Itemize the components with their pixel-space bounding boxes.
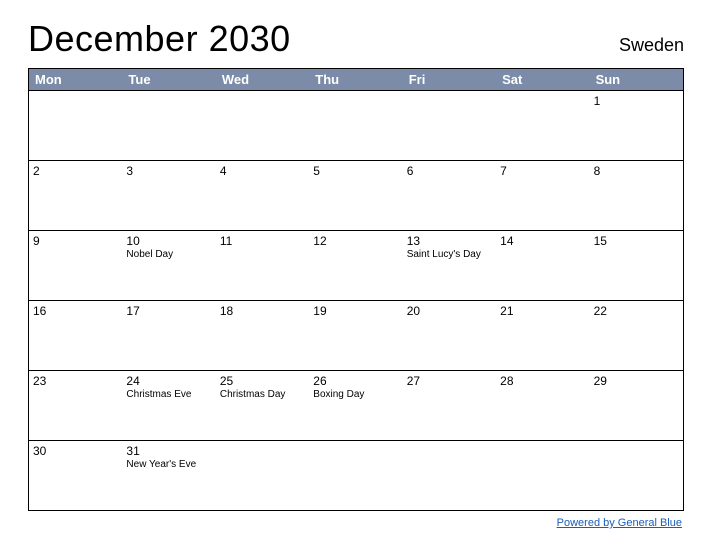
day-number: 9: [33, 234, 118, 248]
day-header-mon: Mon: [29, 69, 122, 90]
day-number: 3: [126, 164, 211, 178]
calendar-cell: [29, 90, 122, 160]
day-number: 16: [33, 304, 118, 318]
day-header-sun: Sun: [590, 69, 683, 90]
calendar-cell: 31New Year's Eve: [122, 440, 215, 510]
calendar-cell: 13Saint Lucy's Day: [403, 230, 496, 300]
day-number: 11: [220, 234, 305, 248]
event-label: Christmas Day: [220, 389, 305, 400]
calendar-cell: 9: [29, 230, 122, 300]
day-number: 21: [500, 304, 585, 318]
calendar-cell: 7: [496, 160, 589, 230]
calendar-cell: 12: [309, 230, 402, 300]
calendar-cell: 30: [29, 440, 122, 510]
region-label: Sweden: [619, 35, 684, 56]
event-label: Boxing Day: [313, 389, 398, 400]
day-number: 29: [594, 374, 679, 388]
day-header-sat: Sat: [496, 69, 589, 90]
day-header-fri: Fri: [403, 69, 496, 90]
day-number: 7: [500, 164, 585, 178]
event-label: Saint Lucy's Day: [407, 249, 492, 260]
calendar-cell: 24Christmas Eve: [122, 370, 215, 440]
day-number: 15: [594, 234, 679, 248]
day-number: 30: [33, 444, 118, 458]
day-number: 12: [313, 234, 398, 248]
calendar-cell: 23: [29, 370, 122, 440]
day-number: 19: [313, 304, 398, 318]
day-number: 25: [220, 374, 305, 388]
calendar-cell: 1: [590, 90, 683, 160]
footer: Powered by General Blue: [28, 517, 684, 529]
day-number: 23: [33, 374, 118, 388]
calendar-cell: 28: [496, 370, 589, 440]
day-header-wed: Wed: [216, 69, 309, 90]
calendar-cell: [403, 90, 496, 160]
day-number: 6: [407, 164, 492, 178]
calendar-cell: 15: [590, 230, 683, 300]
day-number: 2: [33, 164, 118, 178]
day-header-tue: Tue: [122, 69, 215, 90]
calendar-cell: 10Nobel Day: [122, 230, 215, 300]
calendar-cell: [216, 90, 309, 160]
calendar-cell: [496, 440, 589, 510]
calendar-cell: [403, 440, 496, 510]
day-number: 31: [126, 444, 211, 458]
day-number: 18: [220, 304, 305, 318]
calendar-cell: [590, 440, 683, 510]
calendar-cell: 27: [403, 370, 496, 440]
calendar-cell: 14: [496, 230, 589, 300]
day-number: 5: [313, 164, 398, 178]
day-number: 28: [500, 374, 585, 388]
day-headers-row: Mon Tue Wed Thu Fri Sat Sun: [28, 68, 684, 90]
calendar-cell: [309, 90, 402, 160]
calendar-cell: 17: [122, 300, 215, 370]
day-number: 24: [126, 374, 211, 388]
calendar-cell: 5: [309, 160, 402, 230]
calendar-cell: [496, 90, 589, 160]
calendar-cell: 4: [216, 160, 309, 230]
day-number: 4: [220, 164, 305, 178]
event-label: New Year's Eve: [126, 459, 211, 470]
day-number: 13: [407, 234, 492, 248]
day-number: 26: [313, 374, 398, 388]
day-header-thu: Thu: [309, 69, 402, 90]
day-number: 17: [126, 304, 211, 318]
calendar-cell: 16: [29, 300, 122, 370]
day-number: 8: [594, 164, 679, 178]
day-number: 22: [594, 304, 679, 318]
calendar-cell: 25Christmas Day: [216, 370, 309, 440]
day-number: 14: [500, 234, 585, 248]
calendar-cell: 29: [590, 370, 683, 440]
calendar-cell: 18: [216, 300, 309, 370]
day-number: 27: [407, 374, 492, 388]
day-number: 1: [594, 94, 679, 108]
calendar-header: December 2030 Sweden: [28, 18, 684, 60]
calendar-cell: 3: [122, 160, 215, 230]
month-year-title: December 2030: [28, 18, 291, 60]
calendar-cell: 6: [403, 160, 496, 230]
calendar-cell: 11: [216, 230, 309, 300]
calendar-cell: [309, 440, 402, 510]
calendar-cell: 20: [403, 300, 496, 370]
calendar-cell: 19: [309, 300, 402, 370]
footer-link[interactable]: Powered by General Blue: [557, 517, 682, 529]
day-number: 10: [126, 234, 211, 248]
day-number: 20: [407, 304, 492, 318]
calendar-cell: 21: [496, 300, 589, 370]
calendar-cell: [122, 90, 215, 160]
calendar-cell: 22: [590, 300, 683, 370]
calendar-grid: 12345678910Nobel Day111213Saint Lucy's D…: [28, 90, 684, 511]
event-label: Christmas Eve: [126, 389, 211, 400]
calendar-cell: 26Boxing Day: [309, 370, 402, 440]
calendar-cell: 8: [590, 160, 683, 230]
calendar-cell: 2: [29, 160, 122, 230]
event-label: Nobel Day: [126, 249, 211, 260]
calendar-cell: [216, 440, 309, 510]
